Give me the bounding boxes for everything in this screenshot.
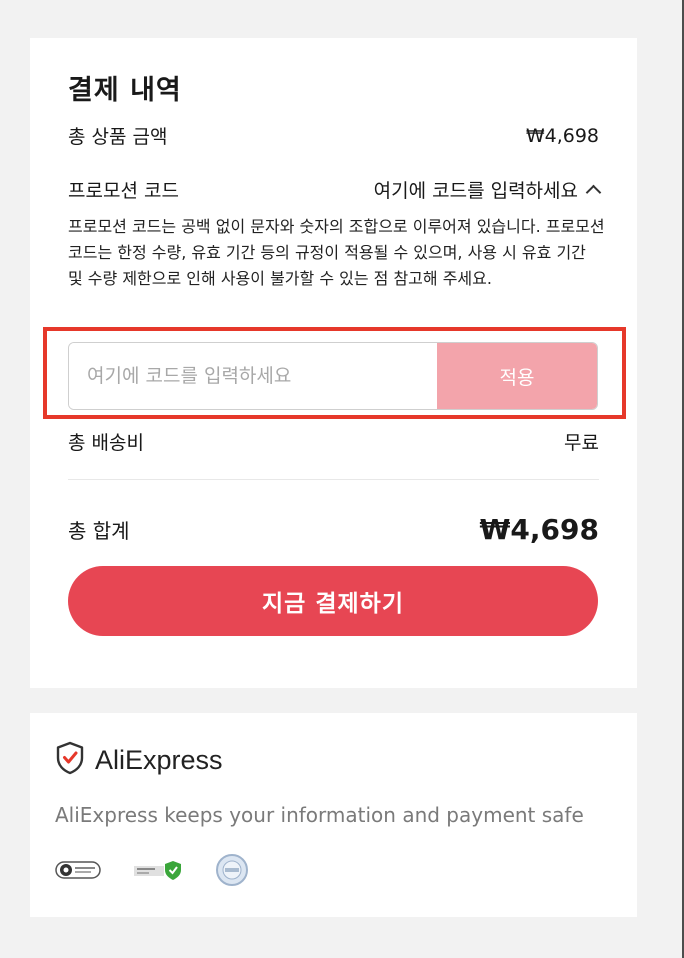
items-total-value: ₩4,698: [525, 124, 599, 147]
shield-check-icon: [55, 741, 85, 779]
shipping-value: 무료: [564, 432, 599, 454]
items-total-row: 총 상품 금액 ₩4,698: [68, 122, 599, 149]
apply-button[interactable]: 적용: [437, 343, 597, 409]
grand-total-value: ₩4,698: [479, 513, 599, 546]
security-card: AliExpress AliExpress keeps your informa…: [30, 713, 637, 917]
pay-now-button[interactable]: 지금 결제하기: [68, 566, 598, 636]
security-shield-badge-icon: [133, 859, 183, 885]
promo-code-toggle-label: 여기에 코드를 입력하세요: [373, 180, 578, 202]
promo-code-input[interactable]: [69, 343, 437, 409]
pci-dss-badge-icon: [55, 859, 101, 885]
promo-code-description: 프로모션 코드는 공백 없이 문자와 숫자의 조합으로 이루어져 있습니다. 프…: [68, 217, 605, 288]
shipping-label: 총 배송비: [68, 432, 144, 454]
promo-code-row: 프로모션 코드 여기에 코드를 입력하세요: [68, 176, 602, 203]
order-summary-card: 결제 내역 총 상품 금액 ₩4,698 프로모션 코드 여기에 코드를 입력하…: [30, 38, 637, 688]
security-badges: [55, 853, 249, 891]
divider: [68, 479, 599, 480]
grand-total-row: 총 합계 ₩4,698: [68, 513, 599, 546]
shipping-row: 총 배송비 무료: [68, 428, 599, 455]
promo-code-form: 적용: [68, 342, 598, 410]
brand-row: AliExpress: [55, 741, 223, 779]
chevron-up-icon: [585, 184, 602, 201]
security-message: AliExpress keeps your information and pa…: [55, 803, 584, 827]
items-total-label: 총 상품 금액: [68, 126, 168, 148]
grand-total-label: 총 합계: [68, 519, 130, 543]
brand-name: AliExpress: [95, 744, 223, 775]
summary-title: 결제 내역: [68, 75, 182, 106]
promo-code-label: 프로모션 코드: [68, 180, 179, 202]
promo-code-toggle[interactable]: 여기에 코드를 입력하세요: [373, 176, 602, 203]
verified-seal-badge-icon: [215, 853, 249, 891]
